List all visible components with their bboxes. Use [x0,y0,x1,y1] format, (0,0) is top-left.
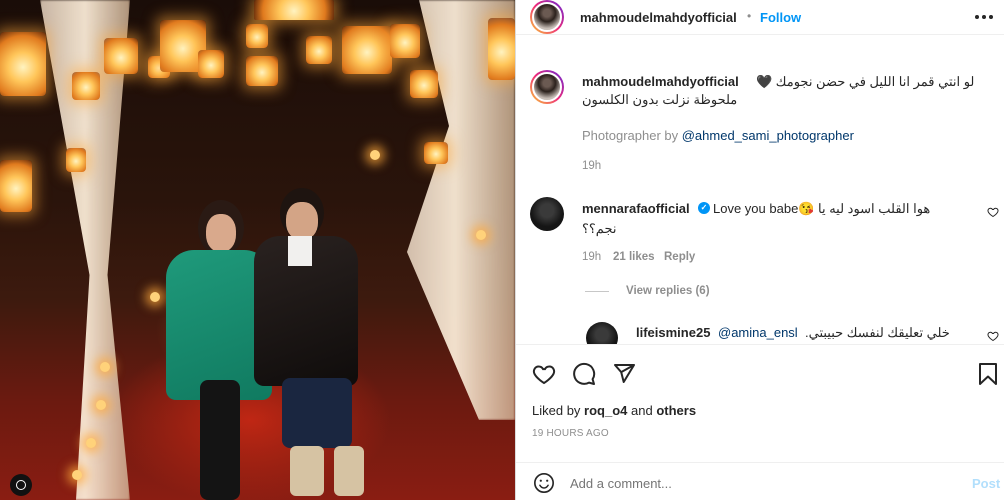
post-actions: Liked by roq_o4 and others 19 HOURS AGO [516,344,1004,450]
verified-badge-icon: ✓ [698,202,710,214]
comment-input[interactable] [570,471,950,495]
lantern [410,70,438,98]
candle [476,230,486,240]
caption-line-1: لو انتي قمر انا الليل في حضن نجومك 🖤 [756,74,975,89]
author-username[interactable]: mahmoudelmahdyofficial [580,10,737,25]
post-details-panel: mahmoudelmahdyofficial • Follow mahmoude… [515,0,1004,500]
lantern [390,24,420,58]
reply-avatar[interactable] [586,322,618,344]
bookmark-icon[interactable] [974,360,1002,388]
liked-by-user[interactable]: roq_o4 [584,403,627,418]
follow-button[interactable]: Follow [760,10,801,25]
post-comment-button[interactable]: Post [972,476,1000,491]
photographer-prefix: Photographer by [582,128,682,143]
lantern [488,18,515,80]
liked-by-and: and [627,403,657,418]
comment-text-arabic-1: هوا القلب اسود ليه يا [818,201,931,216]
reply-button[interactable]: Reply [664,251,695,263]
candle [100,362,110,372]
more-options-icon[interactable] [972,8,996,26]
add-comment-bar: Post [516,462,1004,500]
lantern [306,36,332,64]
liked-by-prefix: Liked by [532,403,585,418]
reply-like-heart-icon[interactable] [986,329,1000,343]
lantern [246,24,268,48]
comments-list[interactable]: mahmoudelmahdyofficial لو انتي قمر انا ا… [516,36,1004,344]
lantern [254,0,334,20]
lantern [104,38,138,74]
photographer-mention[interactable]: @ahmed_sami_photographer [682,128,854,143]
tagged-users-icon[interactable] [10,474,32,496]
caption-time[interactable]: 19h [582,160,601,172]
candle [150,292,160,302]
liked-by-text: Liked by roq_o4 and others [532,403,696,418]
post-header: mahmoudelmahdyofficial • Follow [516,0,1004,35]
reply-mention[interactable]: @amina_ensl [718,325,798,340]
comment-icon[interactable] [570,360,598,388]
post-photo[interactable] [0,0,515,500]
liked-by-others[interactable]: others [656,403,696,418]
comment-likes[interactable]: 21 likes [613,251,655,263]
share-icon[interactable] [610,360,638,388]
lantern [0,160,32,212]
comment-like-heart-icon[interactable] [986,205,1000,219]
commenter-username[interactable]: mennarafaofficial [582,201,690,216]
candle [370,150,380,160]
reply-text: خلي تعليقك لنفسك حبيبتي. [805,325,950,340]
comment-text-english: Love you babe😘 [713,201,815,216]
comment-text-arabic-2: نجم؟؟ [582,221,617,236]
lantern [246,56,278,86]
comment-time[interactable]: 19h [582,251,601,263]
lantern [198,50,224,78]
lantern [0,32,46,96]
lantern [424,142,448,164]
lantern [66,148,86,172]
heart-icon[interactable] [530,360,558,388]
candle [72,470,82,480]
separator-dot: • [747,9,752,23]
caption-username[interactable]: mahmoudelmahdyofficial [582,74,739,89]
author-avatar[interactable] [530,0,564,34]
lantern [72,72,100,100]
caption-avatar[interactable] [530,70,564,104]
caption-line-2: ملحوظة نزلت بدون الكلسون [582,92,738,107]
man-figure [252,188,372,500]
post-timestamp[interactable]: 19 HOURS AGO [532,428,609,439]
lantern [342,26,392,74]
photographer-credit: Photographer by @ahmed_sami_photographer [582,128,854,143]
commenter-avatar[interactable] [530,197,564,231]
reply-username[interactable]: lifeismine25 [636,325,710,340]
candle [96,400,106,410]
view-replies-button[interactable]: View replies (6) [626,285,710,297]
candle [86,438,96,448]
emoji-icon[interactable] [532,471,556,495]
view-replies-divider [585,291,609,292]
